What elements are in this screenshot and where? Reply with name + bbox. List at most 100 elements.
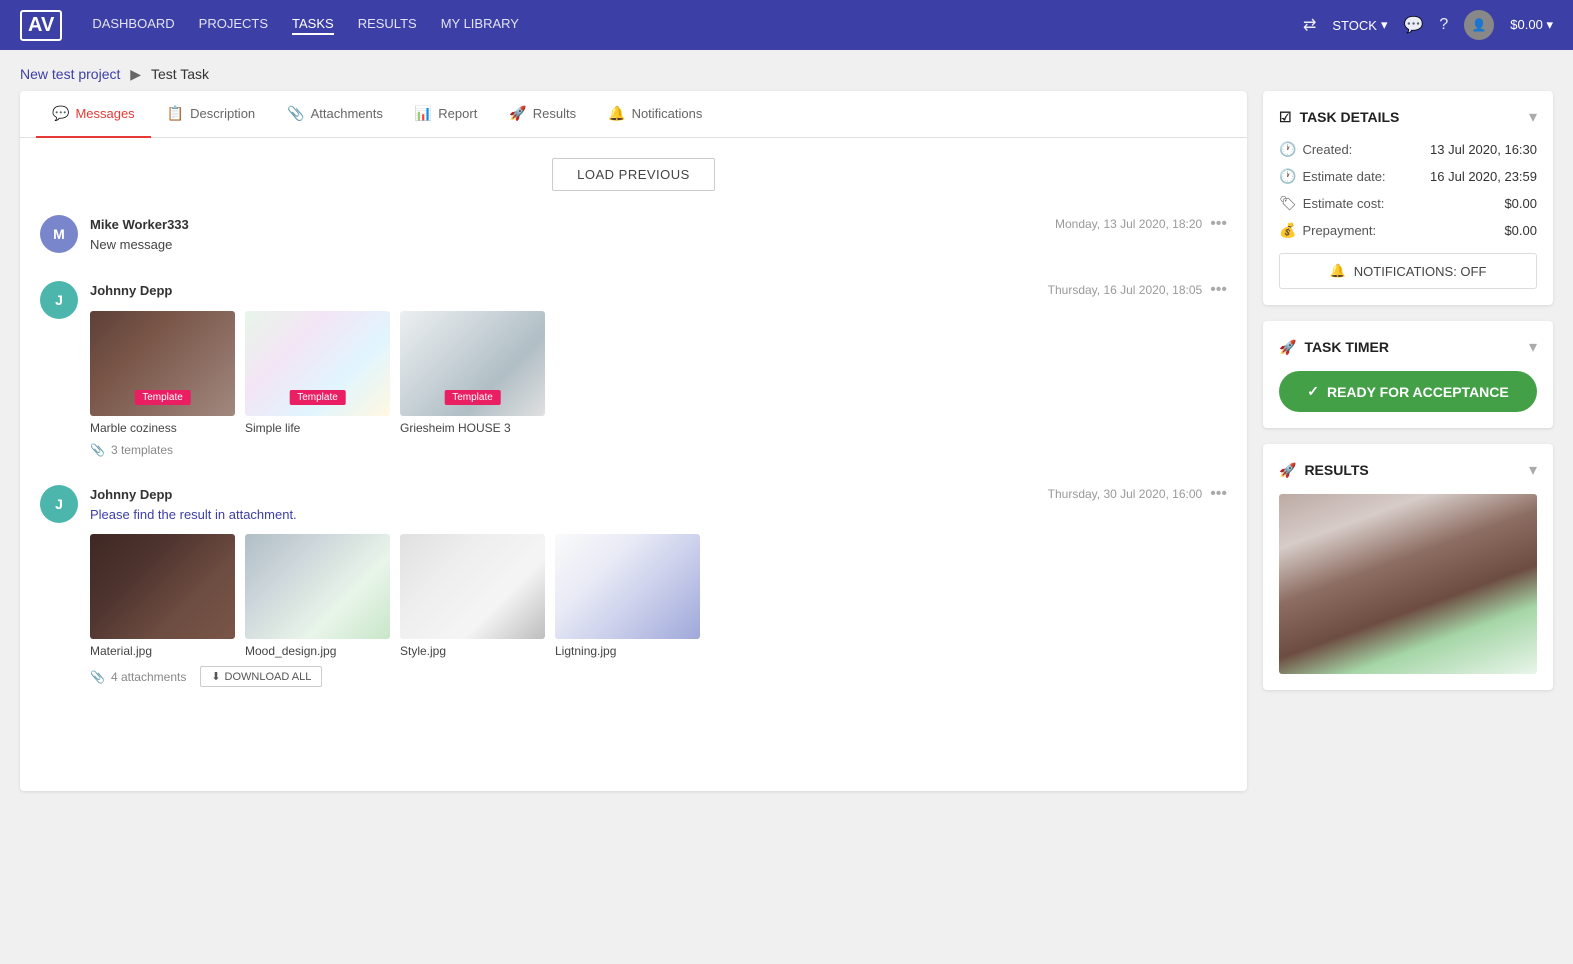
- message-author: Mike Worker333: [90, 217, 189, 232]
- image-thumb[interactable]: [400, 534, 545, 639]
- detail-label: 🏷 Estimate cost:: [1279, 195, 1384, 212]
- message-timestamp: Monday, 13 Jul 2020, 18:20: [1055, 217, 1202, 231]
- help-icon[interactable]: ?: [1439, 16, 1448, 34]
- avatar: J: [40, 281, 78, 319]
- results-image[interactable]: [1279, 494, 1537, 674]
- message-item: J Johnny Depp Thursday, 16 Jul 2020, 18:…: [40, 281, 1227, 457]
- nav-projects[interactable]: PROJECTS: [199, 16, 268, 35]
- tab-attachments[interactable]: 📎 Attachments: [271, 91, 399, 138]
- detail-label: 💰 Prepayment:: [1279, 222, 1376, 239]
- image-label: Ligtning.jpg: [555, 644, 700, 658]
- collapse-button[interactable]: ▾: [1529, 107, 1537, 127]
- list-item: Template Griesheim HOUSE 3: [400, 311, 545, 435]
- message-options-button[interactable]: •••: [1210, 215, 1227, 233]
- messages-area: LOAD PREVIOUS M Mike Worker333 Monday, 1…: [20, 138, 1247, 735]
- attachment-icon: 📎: [90, 670, 105, 684]
- message-timestamp: Thursday, 16 Jul 2020, 18:05: [1048, 283, 1203, 297]
- description-icon: 📋: [167, 105, 184, 122]
- cost-icon: 🏷: [1279, 195, 1297, 212]
- image-thumb[interactable]: [90, 534, 235, 639]
- message-header: Mike Worker333 Monday, 13 Jul 2020, 18:2…: [90, 215, 1227, 233]
- template-badge: Template: [134, 390, 191, 405]
- collapse-button[interactable]: ▾: [1529, 460, 1537, 480]
- tab-report[interactable]: 📊 Report: [399, 91, 493, 138]
- template-badge: Template: [444, 390, 501, 405]
- list-item: Style.jpg: [400, 534, 545, 658]
- attachments-info: 📎 3 templates: [90, 443, 1227, 457]
- task-details-icon: ☑: [1279, 109, 1292, 126]
- chat-icon[interactable]: 💬: [1403, 15, 1423, 35]
- detail-value: $0.00: [1504, 223, 1537, 238]
- user-avatar[interactable]: 👤: [1464, 10, 1494, 40]
- image-label: Mood_design.jpg: [245, 644, 390, 658]
- panel-header: ☑ TASK DETAILS ▾: [1279, 107, 1537, 127]
- download-all-button[interactable]: ⬇ DOWNLOAD ALL: [200, 666, 322, 687]
- message-item: J Johnny Depp Thursday, 30 Jul 2020, 16:…: [40, 485, 1227, 687]
- ready-for-acceptance-button[interactable]: ✓ READY FOR ACCEPTANCE: [1279, 371, 1537, 412]
- detail-row-created: 🕐 Created: 13 Jul 2020, 16:30: [1279, 141, 1537, 158]
- message-header: Johnny Depp Thursday, 30 Jul 2020, 16:00…: [90, 485, 1227, 503]
- message-body: Johnny Depp Thursday, 16 Jul 2020, 18:05…: [90, 281, 1227, 457]
- tab-results[interactable]: 🚀 Results: [493, 91, 592, 138]
- download-icon: ⬇: [211, 670, 220, 683]
- chevron-down-icon: ▾: [1381, 17, 1388, 33]
- results-icon: 🚀: [509, 105, 526, 122]
- message-body: Johnny Depp Thursday, 30 Jul 2020, 16:00…: [90, 485, 1227, 687]
- image-label: Style.jpg: [400, 644, 545, 658]
- image-grid: Template Marble coziness Template Simple…: [90, 311, 1227, 435]
- tab-bar: 💬 Messages 📋 Description 📎 Attachments 📊…: [20, 91, 1247, 138]
- nav-dashboard[interactable]: DASHBOARD: [92, 16, 174, 35]
- bell-icon: 🔔: [1330, 263, 1346, 279]
- timer-icon: 🚀: [1279, 339, 1296, 356]
- message-author: Johnny Depp: [90, 283, 172, 298]
- chevron-down-icon: ▾: [1546, 17, 1553, 32]
- results-icon: 🚀: [1279, 462, 1296, 479]
- tab-description[interactable]: 📋 Description: [151, 91, 271, 138]
- clock-icon: 🕐: [1279, 141, 1296, 158]
- breadcrumb-task: Test Task: [151, 66, 209, 82]
- panel-header: 🚀 TASK TIMER ▾: [1279, 337, 1537, 357]
- detail-label: 🕐 Estimate date:: [1279, 168, 1386, 185]
- collapse-button[interactable]: ▾: [1529, 337, 1537, 357]
- task-timer-card: 🚀 TASK TIMER ▾ ✓ READY FOR ACCEPTANCE: [1263, 321, 1553, 428]
- detail-row-estimate-cost: 🏷 Estimate cost: $0.00: [1279, 195, 1537, 212]
- image-grid: Material.jpg Mood_design.jpg Style.jpg: [90, 534, 1227, 658]
- template-badge: Template: [289, 390, 346, 405]
- load-previous-button[interactable]: LOAD PREVIOUS: [552, 158, 715, 191]
- message-link[interactable]: Please find the result in attachment.: [90, 507, 297, 522]
- transfer-icon[interactable]: ⇄: [1303, 15, 1316, 35]
- messages-icon: 💬: [52, 105, 69, 122]
- image-label: Simple life: [245, 421, 390, 435]
- tab-messages[interactable]: 💬 Messages: [36, 91, 151, 138]
- header-right: ⇄ STOCK ▾ 💬 ? 👤 $0.00 ▾: [1303, 10, 1553, 40]
- task-details-card: ☑ TASK DETAILS ▾ 🕐 Created: 13 Jul 2020,…: [1263, 91, 1553, 305]
- app-logo: AV: [20, 10, 62, 41]
- stock-dropdown[interactable]: STOCK ▾: [1332, 17, 1387, 33]
- tab-notifications[interactable]: 🔔 Notifications: [592, 91, 718, 138]
- image-thumb[interactable]: [245, 534, 390, 639]
- avatar: J: [40, 485, 78, 523]
- nav-library[interactable]: MY LIBRARY: [441, 16, 519, 35]
- message-options-button[interactable]: •••: [1210, 485, 1227, 503]
- balance-display[interactable]: $0.00 ▾: [1510, 17, 1553, 33]
- message-meta: Thursday, 16 Jul 2020, 18:05 •••: [1048, 281, 1227, 299]
- panel-title: 🚀 TASK TIMER: [1279, 339, 1389, 356]
- breadcrumb-separator: ▶: [130, 66, 141, 82]
- breadcrumb-project-link[interactable]: New test project: [20, 66, 120, 82]
- attachment-icon: 📎: [90, 443, 105, 457]
- notifications-toggle-button[interactable]: 🔔 NOTIFICATIONS: OFF: [1279, 253, 1537, 289]
- avatar: M: [40, 215, 78, 253]
- detail-row-prepayment: 💰 Prepayment: $0.00: [1279, 222, 1537, 239]
- results-card: 🚀 RESULTS ▾: [1263, 444, 1553, 690]
- attachments-info: 📎 4 attachments ⬇ DOWNLOAD ALL: [90, 666, 1227, 687]
- detail-value: 16 Jul 2020, 23:59: [1430, 169, 1537, 184]
- attachments-count: 4 attachments: [111, 670, 186, 684]
- panel-title: ☑ TASK DETAILS: [1279, 109, 1399, 126]
- message-body: Mike Worker333 Monday, 13 Jul 2020, 18:2…: [90, 215, 1227, 253]
- detail-label: 🕐 Created:: [1279, 141, 1352, 158]
- image-thumb[interactable]: [555, 534, 700, 639]
- message-options-button[interactable]: •••: [1210, 281, 1227, 299]
- nav-results[interactable]: RESULTS: [358, 16, 417, 35]
- message-author: Johnny Depp: [90, 487, 172, 502]
- nav-tasks[interactable]: TASKS: [292, 16, 334, 35]
